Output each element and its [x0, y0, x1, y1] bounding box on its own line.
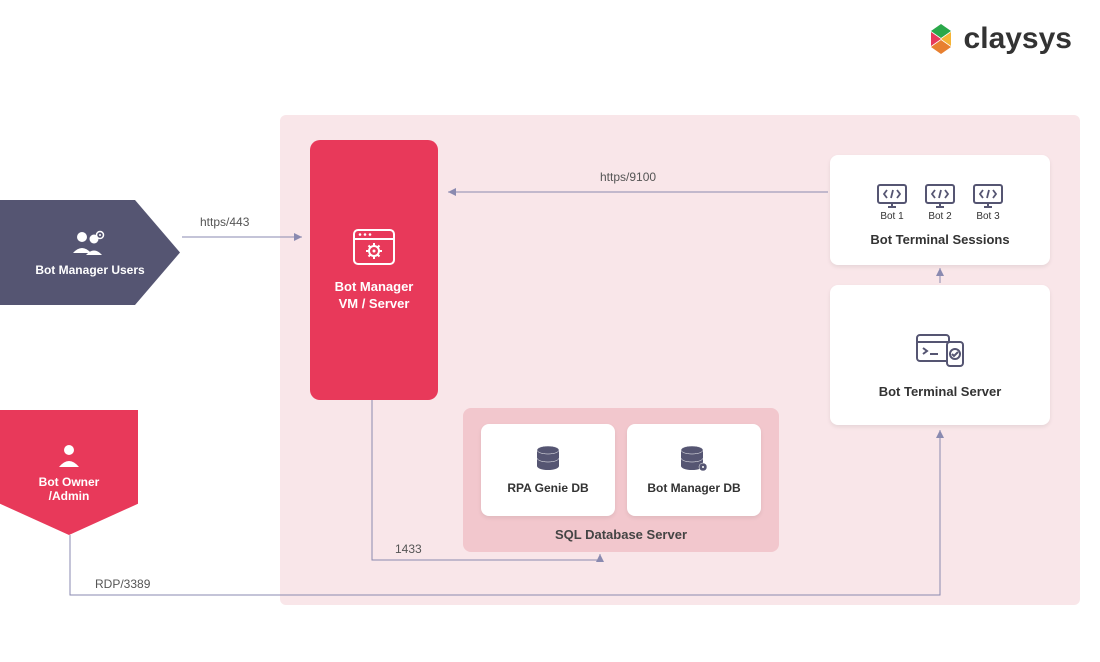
bot-label: Bot 1 [880, 211, 903, 222]
sessions-title: Bot Terminal Sessions [870, 232, 1009, 247]
database-gear-icon [678, 445, 710, 475]
actor-label-line2: /Admin [49, 489, 90, 503]
brand-name: claysys [964, 22, 1072, 56]
server-title: Bot Terminal Server [879, 384, 1002, 399]
node-bot-terminal-sessions: Bot 1 Bot 2 Bot 3 Bot [830, 155, 1050, 265]
bot-instance: Bot 2 [923, 183, 957, 222]
bot-label: Bot 3 [976, 211, 999, 222]
bot-instance: Bot 3 [971, 183, 1005, 222]
monitor-code-icon [923, 183, 957, 211]
terminal-devices-icon [913, 330, 967, 370]
brand-logo: claysys [924, 22, 1072, 56]
arrow-label-https9100: https/9100 [600, 170, 656, 184]
arrow-label-https443: https/443 [200, 215, 249, 229]
vm-title-line2: VM / Server [339, 296, 410, 313]
monitor-code-icon [971, 183, 1005, 211]
db-label: RPA Genie DB [507, 481, 588, 495]
node-bot-terminal-server: Bot Terminal Server [830, 285, 1050, 425]
person-icon [56, 443, 82, 469]
node-sql-server: RPA Genie DB Bot Manager DB SQL Database… [463, 408, 779, 552]
claysys-mark-icon [924, 22, 958, 56]
arrow-label-1433: 1433 [395, 542, 422, 556]
vm-title-line1: Bot Manager [335, 279, 414, 296]
node-bot-manager-vm: Bot Manager VM / Server [310, 140, 438, 400]
actor-label: Bot Manager Users [35, 263, 144, 277]
bot-instance: Bot 1 [875, 183, 909, 222]
monitor-code-icon [875, 183, 909, 211]
users-gear-icon [72, 229, 108, 257]
bot-label: Bot 2 [928, 211, 951, 222]
arrow-label-rdp3389: RDP/3389 [95, 577, 150, 591]
sql-title: SQL Database Server [463, 527, 779, 542]
db-label: Bot Manager DB [647, 481, 740, 495]
database-icon [534, 445, 562, 475]
browser-gear-icon [351, 227, 397, 267]
node-rpa-genie-db: RPA Genie DB [481, 424, 615, 516]
actor-label-line1: Bot Owner [39, 475, 100, 489]
actor-bot-manager-users: Bot Manager Users [0, 200, 180, 305]
node-bot-manager-db: Bot Manager DB [627, 424, 761, 516]
actor-bot-owner-admin: Bot Owner /Admin [0, 410, 138, 535]
